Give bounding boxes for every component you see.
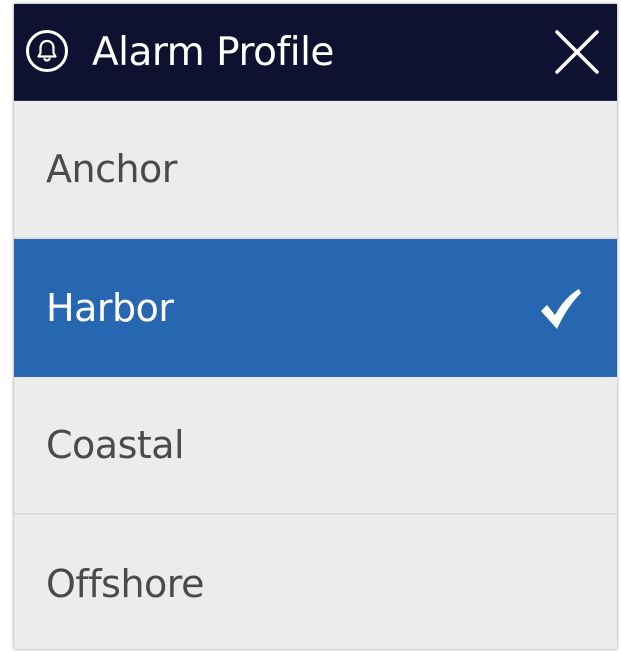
dialog-title: Alarm Profile	[92, 30, 334, 75]
option-label: Anchor	[46, 147, 177, 191]
option-label: Offshore	[46, 562, 204, 606]
checkmark-icon	[541, 289, 581, 329]
profile-option-list: Anchor Harbor Coastal Offshore	[14, 101, 617, 649]
option-anchor[interactable]: Anchor	[14, 101, 617, 239]
close-button[interactable]	[551, 26, 603, 78]
option-offshore[interactable]: Offshore	[14, 515, 617, 649]
option-coastal[interactable]: Coastal	[14, 377, 617, 515]
close-icon	[555, 30, 599, 74]
alarm-profile-dialog: Alarm Profile Anchor Harbor Coastal Offs…	[14, 4, 617, 649]
option-label: Harbor	[46, 286, 174, 330]
dialog-header: Alarm Profile	[14, 4, 617, 101]
option-label: Coastal	[46, 423, 185, 467]
bell-icon	[26, 30, 68, 72]
option-harbor[interactable]: Harbor	[14, 239, 617, 377]
